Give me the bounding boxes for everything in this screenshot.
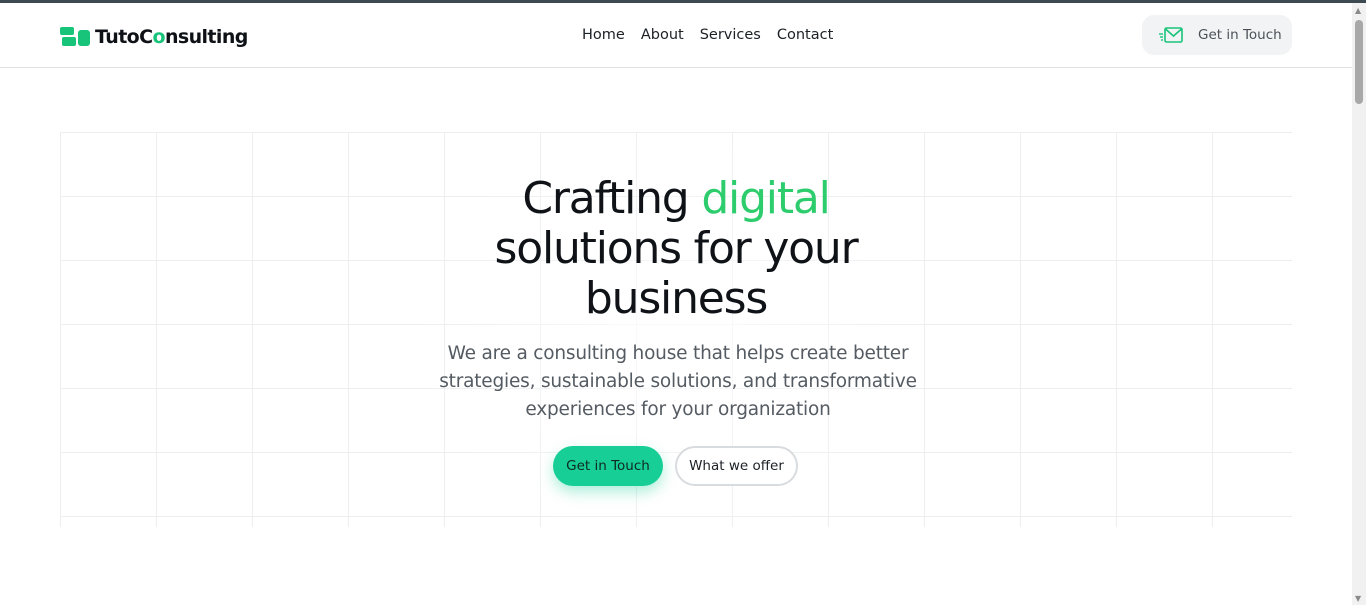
nav-item-about[interactable]: About (641, 25, 684, 45)
hero-title-accent: digital (701, 173, 831, 224)
brand-name: TutoConsulting (95, 26, 248, 48)
scroll-down-icon[interactable]: ▼ (1355, 595, 1361, 603)
hero-subtitle: We are a consulting house that helps cre… (439, 343, 917, 420)
header-get-in-touch-button[interactable]: Get in Touch (1142, 15, 1292, 55)
header-cta-label: Get in Touch (1198, 27, 1282, 43)
nav-item-contact[interactable]: Contact (777, 25, 833, 45)
logo-icon (60, 27, 91, 47)
page-scrollbar[interactable]: ▲ ▼ (1352, 3, 1366, 605)
hero-get-in-touch-button[interactable]: Get in Touch (553, 446, 663, 486)
nav-item-home[interactable]: Home (582, 25, 625, 45)
scroll-up-icon[interactable]: ▲ (1355, 7, 1361, 15)
site-header: TutoConsulting Home About Services Conta… (0, 3, 1352, 68)
mail-fast-icon (1159, 27, 1183, 43)
scrollbar-thumb[interactable] (1355, 20, 1363, 104)
brand-logo[interactable]: TutoConsulting (60, 25, 248, 49)
hero-what-we-offer-button[interactable]: What we offer (675, 446, 798, 486)
main-nav: Home About Services Contact (582, 25, 833, 45)
nav-item-services[interactable]: Services (700, 25, 761, 45)
hero-title: Crafting digital solutions for your busin… (494, 173, 859, 324)
